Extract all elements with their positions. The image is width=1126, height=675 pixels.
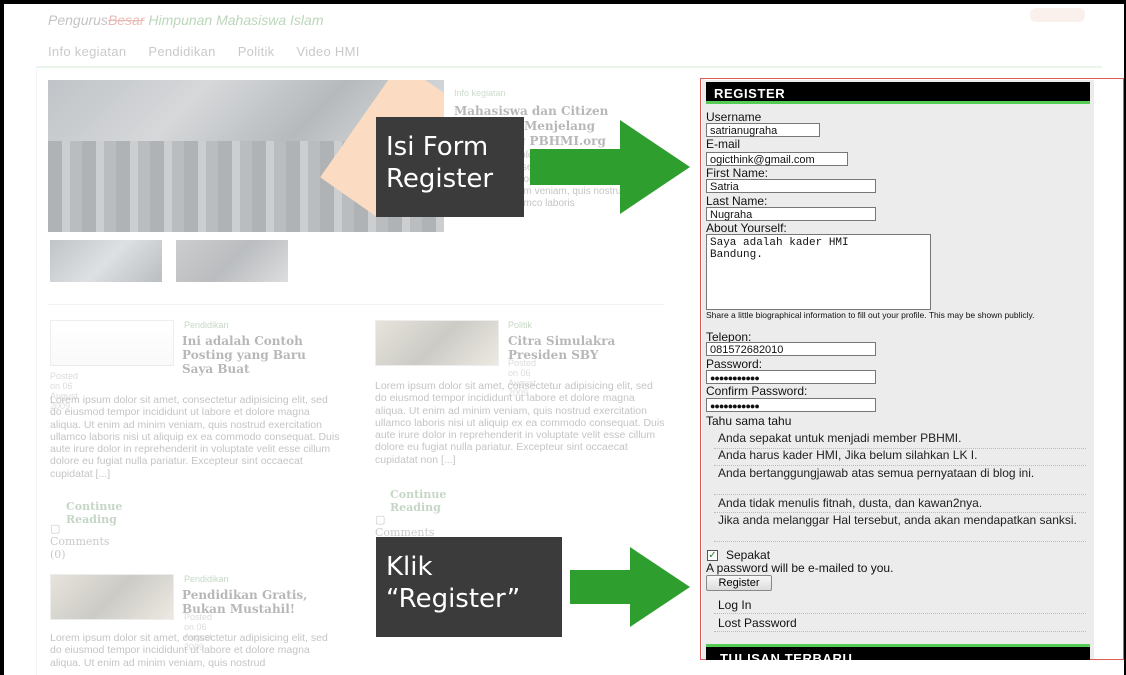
arrow-right-icon (530, 120, 690, 214)
arrow-right-icon (570, 547, 690, 627)
annotation-arrows (530, 120, 690, 627)
